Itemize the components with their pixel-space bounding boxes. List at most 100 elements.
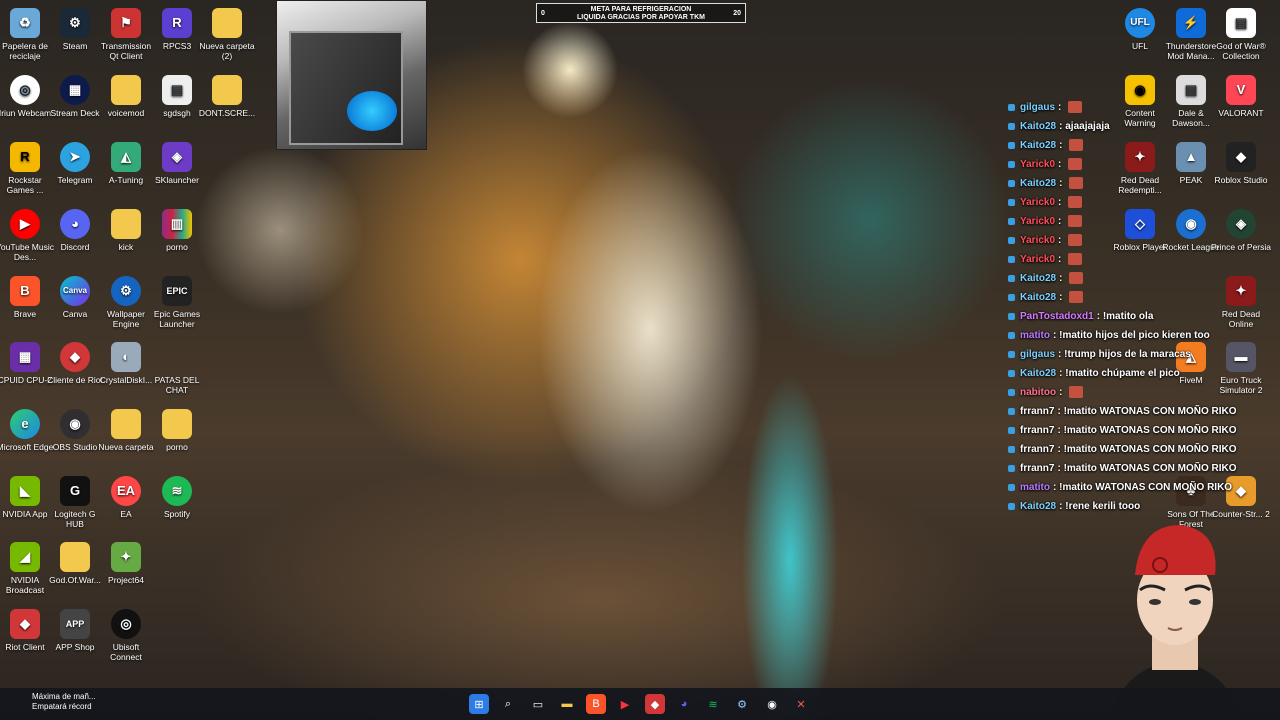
chat-text: !trump hijos de la maracas: [1064, 349, 1191, 360]
goal-min: 0: [541, 10, 545, 17]
ubisoft-icon: ◎: [111, 609, 141, 639]
chat-separator: :: [1058, 197, 1065, 208]
youtube-taskbar-icon[interactable]: ▶: [615, 694, 635, 714]
weather-widget[interactable]: Máxima de mañ... Empatará récord: [14, 692, 96, 712]
chat-separator: :: [1058, 254, 1065, 265]
chat-username: Yarick0: [1020, 235, 1056, 246]
desktop-icon[interactable]: ✦ Project64: [96, 538, 156, 585]
spotify-taskbar-icon[interactable]: ≋: [703, 694, 723, 714]
chat-username: PanTostadoxd1: [1020, 311, 1094, 322]
chat-username: Yarick0: [1020, 254, 1056, 265]
badge-icon: [1008, 312, 1015, 320]
goal-max: 20: [733, 10, 741, 17]
chat-message: Kaito28:: [1008, 136, 1268, 155]
chat-message: matito: !matito WATONAS CON MOÑO RIKO: [1008, 478, 1268, 497]
chat-text: !matito WATONAS CON MOÑO RIKO: [1063, 425, 1237, 436]
chat-username: nabitoo: [1020, 387, 1057, 398]
start-icon[interactable]: ⊞: [469, 694, 489, 714]
desktop-icon[interactable]: ◎ Ubisoft Connect: [96, 605, 156, 662]
recycle-bin-icon: ♻: [10, 8, 40, 38]
emote-icon: [1068, 253, 1083, 266]
chat-username: frrann7: [1020, 444, 1055, 455]
desktop-icon[interactable]: ▤ God of War® Collection: [1211, 4, 1271, 61]
badge-icon: [1008, 464, 1015, 472]
desktop-icon[interactable]: EPIC Epic Games Launcher: [147, 272, 207, 329]
chat-username: frrann7: [1020, 406, 1055, 417]
desktop-icon[interactable]: ◈ SKlauncher: [147, 138, 207, 185]
badge-icon: [1008, 502, 1015, 510]
chat-separator: :: [1059, 273, 1066, 284]
chat-text: !matito chúpame el pico: [1065, 368, 1180, 379]
chat-message: frrann7: !matito WATONAS CON MOÑO RIKO: [1008, 421, 1268, 440]
taskbar: [0, 688, 1280, 720]
badge-icon: [1008, 255, 1015, 263]
folder-icon: [212, 8, 242, 38]
chat-separator: :: [1059, 292, 1066, 303]
chat-message: Yarick0:: [1008, 231, 1268, 250]
chat-message: Kaito28: ajaajajaja: [1008, 117, 1268, 136]
chat-username: Kaito28: [1020, 368, 1057, 379]
emote-icon: [1068, 234, 1083, 247]
steam-taskbar-icon[interactable]: ⚙: [732, 694, 752, 714]
obs-taskbar-icon[interactable]: ◉: [762, 694, 782, 714]
obs-icon: ◉: [60, 409, 90, 439]
chat-separator: :: [1058, 235, 1065, 246]
chat-message: gilgaus: !trump hijos de la maracas: [1008, 345, 1268, 364]
cpuz-icon: ▦: [10, 342, 40, 372]
chat-message: PanTostadoxd1: !matito ola: [1008, 307, 1268, 326]
chat-message: Yarick0:: [1008, 250, 1268, 269]
transmission-icon: ⚑: [111, 8, 141, 38]
nvidia-icon: ◣: [10, 476, 40, 506]
god-of-war-icon: ▤: [1226, 8, 1256, 38]
file-explorer-icon[interactable]: ▬: [557, 694, 577, 714]
badge-icon: [1008, 103, 1015, 111]
badge-icon: [1008, 122, 1015, 130]
desktop-icon[interactable]: PATAS DEL CHAT: [147, 338, 207, 395]
folder-icon: [60, 542, 90, 572]
badge-icon: [1008, 483, 1015, 491]
chat-text: !matito WATONAS CON MOÑO RIKO: [1063, 406, 1237, 417]
emote-icon: [1069, 291, 1084, 304]
folder-icon: [111, 75, 141, 105]
ea-icon: EA: [111, 476, 141, 506]
spotify-icon: ≋: [162, 476, 192, 506]
chat-text: !matito WATONAS CON MOÑO RIKO: [1059, 482, 1233, 493]
chat-username: Kaito28: [1020, 501, 1057, 512]
chat-separator: :: [1059, 140, 1066, 151]
task-view-icon[interactable]: ▭: [528, 694, 548, 714]
goal-title-line2: LIQUIDA GRACIAS POR APOYAR TKM: [577, 14, 705, 21]
chat-separator: :: [1058, 216, 1065, 227]
emote-icon: [1068, 101, 1083, 114]
folder-icon: [212, 75, 242, 105]
emote-icon: [1069, 386, 1084, 399]
desktop-icon[interactable]: DONT.SCRE...: [197, 71, 257, 118]
winrar-icon: ▥: [162, 209, 192, 239]
chat-username: Kaito28: [1020, 140, 1057, 151]
discord-taskbar-icon[interactable]: ◕: [674, 694, 694, 714]
blank-icon: [162, 342, 192, 372]
desktop-icon[interactable]: ≋ Spotify: [147, 472, 207, 519]
desktop-icon[interactable]: ▥ porno: [147, 205, 207, 252]
riot-taskbar-icon[interactable]: ◆: [645, 694, 665, 714]
rockstar-icon: R: [10, 142, 40, 172]
desktop-icon[interactable]: Nueva carpeta (2): [197, 4, 257, 61]
ufl-icon: UFL: [1125, 8, 1155, 38]
webcam-pc-case: [289, 31, 403, 145]
badge-icon: [1008, 350, 1015, 358]
chat-message: Yarick0:: [1008, 212, 1268, 231]
chat-message: Kaito28:: [1008, 288, 1268, 307]
brave-taskbar-icon[interactable]: B: [586, 694, 606, 714]
thunderstore-icon: ⚡: [1176, 8, 1206, 38]
chat-username: Yarick0: [1020, 159, 1056, 170]
chat-username: Yarick0: [1020, 216, 1056, 227]
steam-icon: ⚙: [60, 8, 90, 38]
chat-separator: :: [1059, 178, 1066, 189]
app-taskbar-icon[interactable]: ✕: [791, 694, 811, 714]
desktop-icon[interactable]: porno: [147, 405, 207, 452]
badge-icon: [1008, 217, 1015, 225]
canva-icon: Canva: [60, 276, 90, 306]
search-icon[interactable]: ⌕: [498, 694, 518, 714]
weather-line2: Empatará récord: [32, 702, 92, 711]
riot-icon: ◆: [60, 342, 90, 372]
edge-icon: e: [10, 409, 40, 439]
